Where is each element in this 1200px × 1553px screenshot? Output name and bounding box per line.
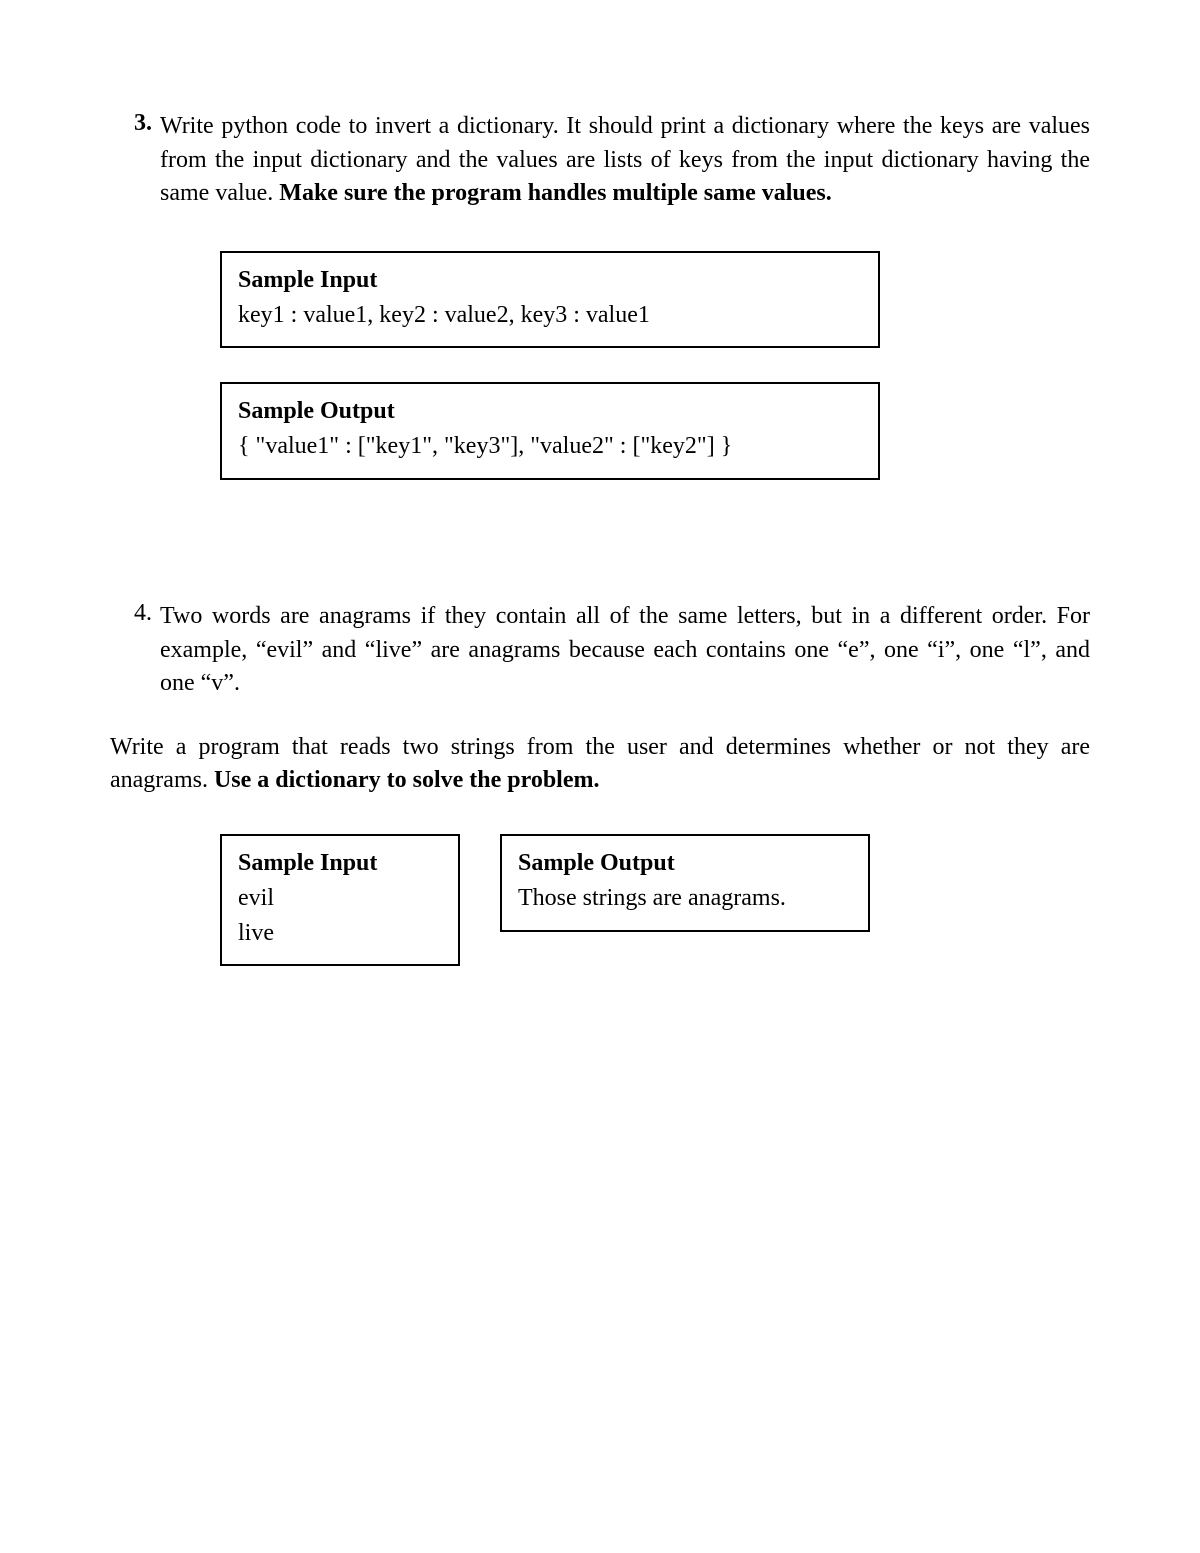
question-3-emphasis: Make sure the program handles multiple s… [279, 180, 831, 206]
question-4-text: Two words are anagrams if they contain a… [160, 603, 1090, 696]
question-3-number: 3. [110, 110, 160, 137]
q4-sample-input-label: Sample Input [238, 846, 442, 881]
q3-sample-input-label: Sample Input [238, 263, 862, 298]
question-4-followup: Write a program that reads two strings f… [110, 731, 1090, 798]
document-page: 3. Write python code to invert a diction… [0, 0, 1200, 966]
question-4-body: Two words are anagrams if they contain a… [160, 600, 1090, 701]
q3-sample-output-label: Sample Output [238, 394, 862, 429]
q3-sample-output-text: { "value1" : ["key1", "key3"], "value2" … [238, 429, 862, 464]
q3-sample-input-box: Sample Input key1 : value1, key2 : value… [220, 251, 880, 349]
q4-sample-output-box: Sample Output Those strings are anagrams… [500, 834, 870, 932]
q4-sample-input-line2: live [238, 916, 442, 951]
question-4: 4. Two words are anagrams if they contai… [110, 600, 1090, 966]
question-3: 3. Write python code to invert a diction… [110, 110, 1090, 211]
question-3-body: Write python code to invert a dictionary… [160, 110, 1090, 211]
question-4-number: 4. [110, 600, 160, 627]
q4-sample-output-text: Those strings are anagrams. [518, 881, 852, 916]
q3-sample-input-text: key1 : value1, key2 : value2, key3 : val… [238, 298, 862, 333]
question-3-samples: Sample Input key1 : value1, key2 : value… [220, 251, 880, 480]
q4-sample-input-line1: evil [238, 881, 442, 916]
question-4-samples: Sample Input evil live Sample Output Tho… [220, 834, 1090, 966]
question-4-followup-emphasis: Use a dictionary to solve the problem. [214, 767, 600, 793]
q3-sample-output-box: Sample Output { "value1" : ["key1", "key… [220, 382, 880, 480]
q4-sample-input-box: Sample Input evil live [220, 834, 460, 966]
q4-sample-output-label: Sample Output [518, 846, 852, 881]
